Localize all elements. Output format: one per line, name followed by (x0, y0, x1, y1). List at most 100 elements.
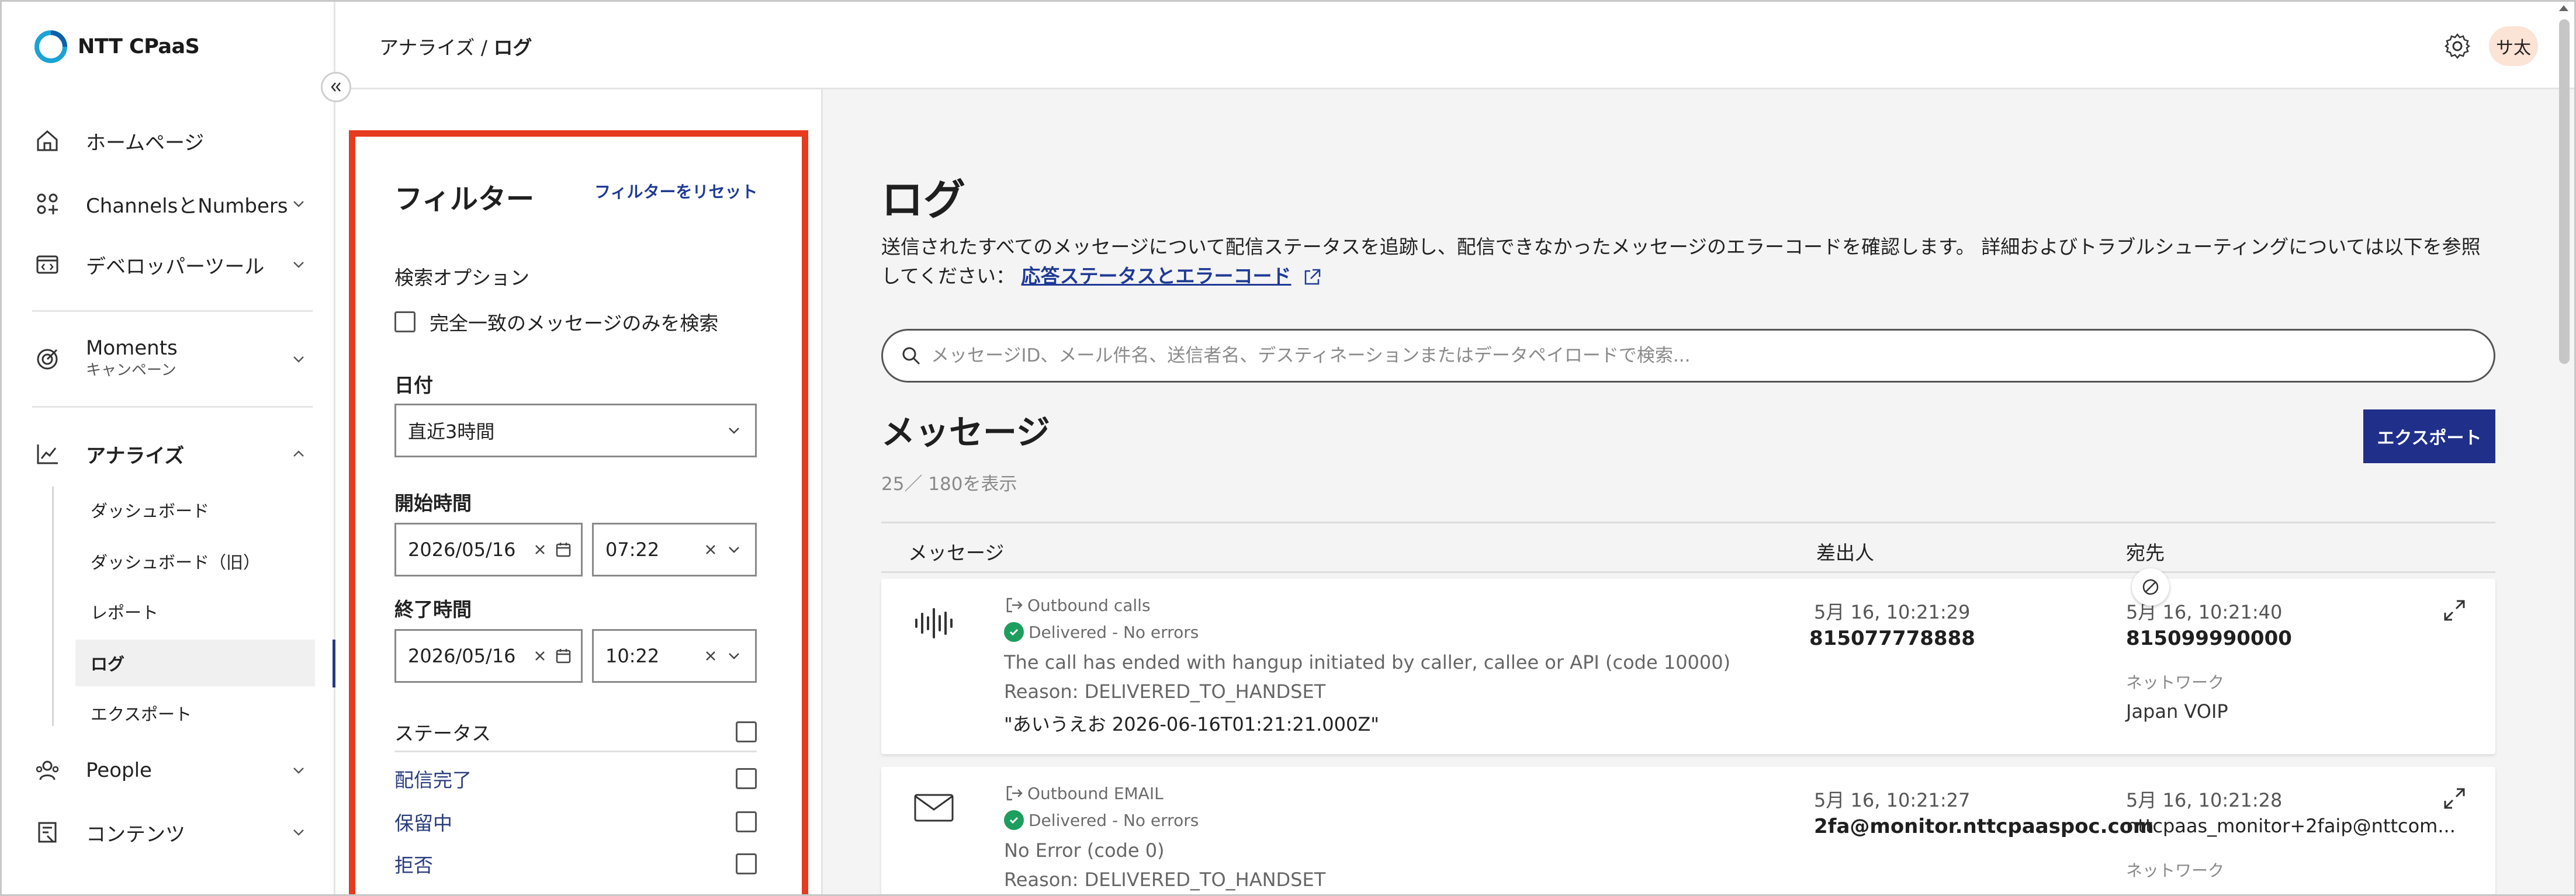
table-row[interactable]: Outbound calls Delivered - No errors The… (881, 579, 2495, 754)
logo-text: NTT CPaaS (78, 35, 200, 58)
date-label: 日付 (394, 374, 433, 397)
from-time: 5月 16, 10:21:29 (1814, 601, 1971, 623)
message-type-label: Outbound EMAIL (1027, 783, 1164, 803)
end-date-field[interactable]: 2026/05/16 (394, 629, 583, 683)
start-date-field[interactable]: 2026/05/16 (394, 523, 583, 577)
exact-match-label: 完全一致のメッセージのみを検索 (430, 312, 719, 335)
scrollbar-thumb[interactable] (2559, 19, 2570, 364)
sidebar-item-channels[interactable]: ChannelsとNumbers (32, 189, 307, 219)
breadcrumb-parent[interactable]: アナライズ (379, 36, 475, 59)
moments-sublabel: キャンペーン (86, 362, 176, 379)
active-indicator (333, 640, 335, 687)
to-time: 5月 16, 10:21:28 (2126, 789, 2283, 811)
sidebar-subitem-dashboard[interactable]: ダッシュボード (75, 487, 315, 533)
sidebar-subitem-logs[interactable]: ログ (75, 640, 315, 686)
search-options-label: 検索オプション (394, 266, 529, 289)
status-codes-link[interactable]: 応答ステータスとエラーコード (1022, 265, 1292, 287)
status-option-rejected[interactable]: 拒否 (394, 850, 757, 878)
logo[interactable]: NTT CPaaS (32, 28, 200, 65)
sidebar-item-home[interactable]: ホームページ (32, 126, 307, 156)
scroll-up-arrow[interactable] (2559, 5, 2568, 11)
logo-icon (34, 30, 67, 63)
status-pending-checkbox[interactable] (736, 811, 757, 832)
reset-filters-link[interactable]: フィルターをリセット (594, 179, 757, 203)
people-icon (32, 755, 63, 786)
external-link-icon[interactable] (1302, 268, 1322, 287)
network-label: ネットワーク (2126, 673, 2225, 692)
calendar-icon[interactable] (553, 539, 574, 560)
sidebar-subitem-export[interactable]: エクスポート (75, 690, 315, 737)
collapse-sidebar-button[interactable] (321, 72, 351, 102)
export-button[interactable]: エクスポート (2363, 409, 2495, 463)
calendar-icon[interactable] (553, 645, 574, 666)
status-option-pending[interactable]: 保留中 (394, 808, 757, 836)
start-date-value: 2026/05/16 (408, 539, 516, 561)
target-icon (32, 344, 63, 374)
status-text: Delivered - No errors (1029, 810, 1199, 830)
sidebar-item-label: Moments キャンペーン (86, 337, 178, 381)
message-search-bar[interactable] (881, 329, 2495, 383)
breadcrumb-separator: / (475, 36, 494, 59)
sidebar-item-label: アナライズ (86, 444, 185, 468)
submenu-line (52, 487, 54, 726)
start-time-label: 開始時間 (394, 492, 472, 515)
sidebar-item-label: ホームページ (86, 131, 205, 155)
message-type: Outbound EMAIL (1004, 783, 1164, 803)
start-time-field[interactable]: 07:22 (592, 523, 757, 577)
status-rejected-checkbox[interactable] (736, 853, 757, 874)
clear-icon[interactable] (529, 645, 550, 666)
messages-heading: メッセージ (881, 412, 1050, 452)
chevron-down-icon (293, 767, 304, 774)
end-time-label: 終了時間 (394, 598, 472, 621)
chevron-down-icon (293, 829, 304, 836)
clear-icon[interactable] (700, 539, 721, 560)
clear-icon[interactable] (700, 645, 721, 666)
expand-icon[interactable] (2440, 784, 2468, 812)
sidebar-subitem-reports[interactable]: レポート (75, 588, 315, 635)
expand-icon[interactable] (2440, 596, 2468, 624)
chevron-down-icon (293, 356, 304, 363)
chevron-down-icon (293, 201, 304, 207)
double-chevron-left-icon (331, 82, 341, 92)
chart-icon (32, 439, 63, 469)
sidebar-item-label: コンテンツ (86, 822, 185, 846)
exact-match-option[interactable]: 完全一致のメッセージのみを検索 (394, 308, 718, 336)
status-header-row[interactable]: ステータス (394, 718, 757, 746)
end-date-value: 2026/05/16 (408, 645, 516, 667)
user-avatar[interactable]: サ太 (2489, 26, 2538, 66)
clear-icon[interactable] (529, 539, 550, 560)
status-option-delivered[interactable]: 配信完了 (394, 765, 757, 793)
status-all-checkbox[interactable] (736, 721, 757, 742)
sidebar-item-developer-tools[interactable]: デベロッパーツール (32, 249, 307, 280)
envelope-icon (910, 784, 957, 831)
date-range-select[interactable]: 直近3時間 (394, 404, 757, 457)
message-reason: Reason: DELIVERED_TO_HANDSET (1004, 680, 1326, 703)
to-value: nttcpaas_monitor+2faip@nttcom... (2126, 815, 2456, 837)
network-label: ネットワーク (2126, 861, 2225, 880)
check-circle-icon (1004, 622, 1024, 642)
sidebar-subitem-dashboard-old[interactable]: ダッシュボード（旧） (75, 538, 315, 585)
network-value: Japan VOIP (2126, 700, 2228, 723)
sidebar-item-label: デベロッパーツール (86, 255, 265, 279)
sidebar-item-analyze[interactable]: アナライズ (32, 439, 307, 469)
sidebar-item-content[interactable]: コンテンツ (32, 817, 307, 848)
message-type-label: Outbound calls (1027, 595, 1151, 615)
status-delivered-checkbox[interactable] (736, 768, 757, 789)
column-header-to: 宛先 (2126, 541, 2165, 564)
sidebar-item-moments[interactable]: Moments キャンペーン (32, 337, 307, 381)
search-input[interactable] (931, 345, 2494, 366)
gear-icon[interactable] (2443, 32, 2471, 60)
block-icon[interactable] (2132, 568, 2169, 606)
breadcrumb: アナライズ / ログ (379, 32, 532, 60)
table-row[interactable]: Outbound EMAIL Delivered - No errors No … (881, 767, 2495, 894)
sidebar-item-label: ChannelsとNumbers (86, 194, 288, 218)
sidebar-item-people[interactable]: People (32, 755, 307, 786)
exact-match-checkbox[interactable] (394, 311, 416, 332)
code-icon (32, 249, 63, 280)
status-divider (394, 751, 757, 752)
to-value: 815099990000 (2126, 627, 2292, 650)
message-reason: Reason: DELIVERED_TO_HANDSET (1004, 869, 1326, 891)
breadcrumb-current: ログ (493, 36, 532, 59)
top-header: アナライズ / ログ サ太 (337, 2, 2574, 89)
end-time-field[interactable]: 10:22 (592, 629, 757, 683)
